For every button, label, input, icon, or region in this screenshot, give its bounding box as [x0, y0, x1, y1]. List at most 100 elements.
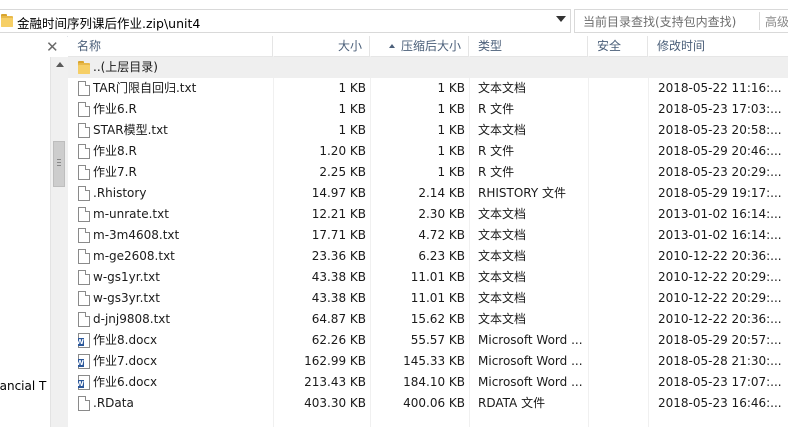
- compressed-size: 400.06 KB: [403, 396, 465, 410]
- modified-time: 2010-12-22 20:29:...: [658, 291, 782, 305]
- tree-item-label[interactable]: nancial T: [0, 379, 46, 393]
- text-file-icon: [78, 186, 90, 201]
- column-header-row: 名称 大小 压缩后大小 类型 安全 修改时间: [68, 36, 788, 57]
- text-file-icon: [78, 81, 90, 96]
- file-name-cell[interactable]: .RData: [78, 393, 274, 414]
- compressed-size: 1 KB: [437, 102, 465, 116]
- file-name: STAR模型.txt: [93, 123, 168, 137]
- file-row[interactable]: STAR模型.txt 1 KB 1 KB 文本文档 2018-05-23 20:58:.…: [68, 120, 788, 141]
- compressed-size: [368, 57, 465, 78]
- address-path[interactable]: 金融时间序列课后作业.zip\unit4: [17, 13, 200, 32]
- file-name: m-unrate.txt: [93, 207, 169, 221]
- file-row[interactable]: m-unrate.txt 12.21 KB 2.30 KB 文本文档 2013-01-0…: [68, 204, 788, 225]
- text-file-icon: [78, 312, 90, 327]
- file-name-cell[interactable]: W 作业6.docx: [78, 372, 274, 393]
- file-name-cell[interactable]: TAR门限自回归.txt: [78, 78, 274, 99]
- file-size: 1 KB: [338, 81, 366, 95]
- close-icon[interactable]: ✕: [46, 38, 59, 56]
- file-row[interactable]: 作业7.R 2.25 KB 1 KB R 文件 2018-05-23 20:29:...: [68, 162, 788, 183]
- file-name-cell[interactable]: m-ge2608.txt: [78, 246, 274, 267]
- file-type: RHISTORY 文件: [478, 186, 567, 200]
- file-size: 12.21 KB: [311, 207, 366, 221]
- file-row[interactable]: w-gs3yr.txt 43.38 KB 11.01 KB 文本文档 2010-12-2…: [68, 288, 788, 309]
- text-file-icon: [78, 396, 90, 411]
- column-header-compressed[interactable]: 压缩后大小: [370, 36, 469, 56]
- word-doc-icon: W: [78, 354, 90, 369]
- modified-time: 2013-01-02 16:14:...: [658, 228, 782, 242]
- file-list-pane: 名称 大小 压缩后大小 类型 安全 修改时间 ..(上层目录) TAR门限自回归.…: [68, 36, 788, 427]
- file-row[interactable]: W 作业6.docx 213.43 KB 184.10 KB Microsoft Wor…: [68, 372, 788, 393]
- file-type: Microsoft Word ...: [478, 354, 583, 368]
- file-row[interactable]: W 作业8.docx 62.26 KB 55.57 KB Microsoft Word …: [68, 330, 788, 351]
- search-input[interactable]: 当前目录查找(支持包内查找): [583, 13, 736, 30]
- file-name-cell[interactable]: w-gs3yr.txt: [78, 288, 274, 309]
- file-name-cell[interactable]: d-jnj9808.txt: [78, 309, 274, 330]
- file-name: m-3m4608.txt: [93, 228, 180, 242]
- modified-time: 2018-05-29 19:17:...: [658, 186, 782, 200]
- file-row[interactable]: 作业8.R 1.20 KB 1 KB R 文件 2018-05-29 20:46:...: [68, 141, 788, 162]
- word-doc-icon: W: [78, 333, 90, 348]
- file-size: 43.38 KB: [311, 291, 366, 305]
- column-header-type[interactable]: 类型: [469, 36, 588, 56]
- compressed-size: 1 KB: [437, 144, 465, 158]
- file-type: 文本文档: [478, 228, 527, 242]
- file-name-cell[interactable]: .Rhistory: [78, 183, 274, 204]
- scrollbar-thumb[interactable]: [53, 141, 65, 187]
- file-size: 62.26 KB: [311, 333, 366, 347]
- file-name-cell[interactable]: 作业8.R: [78, 141, 274, 162]
- compressed-size: 6.23 KB: [418, 249, 465, 263]
- file-name: .Rhistory: [93, 186, 147, 200]
- column-header-name[interactable]: 名称: [68, 36, 273, 56]
- modified-time: 2018-05-23 20:58:...: [658, 123, 782, 137]
- file-name-cell[interactable]: m-unrate.txt: [78, 204, 274, 225]
- file-type: Microsoft Word ...: [478, 375, 583, 389]
- file-name: .RData: [93, 396, 134, 410]
- file-name-cell[interactable]: ..(上层目录): [78, 57, 274, 78]
- file-type: R 文件: [478, 165, 515, 179]
- file-name: TAR门限自回归.txt: [93, 81, 197, 95]
- column-header-security[interactable]: 安全: [588, 36, 648, 56]
- file-size: 17.71 KB: [311, 228, 366, 242]
- compressed-size: 1 KB: [437, 81, 465, 95]
- chevron-down-icon[interactable]: [556, 16, 566, 22]
- advanced-search-button[interactable]: 高级: [765, 13, 788, 30]
- file-row[interactable]: W 作业7.docx 162.99 KB 145.33 KB Microsoft Wor…: [68, 351, 788, 372]
- modified-time: [658, 57, 788, 78]
- file-row[interactable]: .RData 403.30 KB 400.06 KB RDATA 文件 2018-05-…: [68, 393, 788, 414]
- file-name-cell[interactable]: W 作业7.docx: [78, 351, 274, 372]
- modified-time: 2018-05-23 16:46:...: [658, 396, 782, 410]
- file-type: 文本文档: [478, 81, 527, 95]
- file-size: 162.99 KB: [304, 354, 366, 368]
- parent-directory-row[interactable]: ..(上层目录): [68, 57, 788, 78]
- folder-icon: [78, 61, 90, 76]
- file-name: d-jnj9808.txt: [93, 312, 171, 326]
- search-divider: [759, 12, 760, 30]
- file-name-cell[interactable]: 作业7.R: [78, 162, 274, 183]
- file-name-cell[interactable]: STAR模型.txt: [78, 120, 274, 141]
- column-header-size[interactable]: 大小: [273, 36, 370, 56]
- modified-time: 2018-05-29 20:46:...: [658, 144, 782, 158]
- address-field[interactable]: 金融时间序列课后作业.zip\unit4: [0, 9, 571, 33]
- file-type: 文本文档: [478, 312, 527, 326]
- file-row[interactable]: m-ge2608.txt 23.36 KB 6.23 KB 文本文档 2010-12-2…: [68, 246, 788, 267]
- file-row[interactable]: m-3m4608.txt 17.71 KB 4.72 KB 文本文档 2013-01-0…: [68, 225, 788, 246]
- file-row[interactable]: 作业6.R 1 KB 1 KB R 文件 2018-05-23 17:03:...: [68, 99, 788, 120]
- tree-scrollbar[interactable]: [50, 57, 68, 427]
- file-row[interactable]: w-gs1yr.txt 43.38 KB 11.01 KB 文本文档 2010-12-2…: [68, 267, 788, 288]
- file-type: 文本文档: [478, 249, 527, 263]
- file-row[interactable]: d-jnj9808.txt 64.87 KB 15.62 KB 文本文档 2010-12…: [68, 309, 788, 330]
- file-name-cell[interactable]: w-gs1yr.txt: [78, 267, 274, 288]
- modified-time: 2010-12-22 20:29:...: [658, 270, 782, 284]
- file-row[interactable]: .Rhistory 14.97 KB 2.14 KB RHISTORY 文件 2018-…: [68, 183, 788, 204]
- file-name-cell[interactable]: m-3m4608.txt: [78, 225, 274, 246]
- scroll-up-icon[interactable]: [56, 62, 64, 67]
- file-row[interactable]: TAR门限自回归.txt 1 KB 1 KB 文本文档 2018-05-22 11:16…: [68, 78, 788, 99]
- text-file-icon: [78, 123, 90, 138]
- file-name-cell[interactable]: W 作业8.docx: [78, 330, 274, 351]
- file-name: 作业7.R: [93, 165, 137, 179]
- compressed-size: 11.01 KB: [410, 291, 465, 305]
- search-field[interactable]: 当前目录查找(支持包内查找) 高级: [574, 9, 788, 33]
- file-size: 1 KB: [338, 102, 366, 116]
- file-name-cell[interactable]: 作业6.R: [78, 99, 274, 120]
- column-header-modified[interactable]: 修改时间: [648, 36, 788, 56]
